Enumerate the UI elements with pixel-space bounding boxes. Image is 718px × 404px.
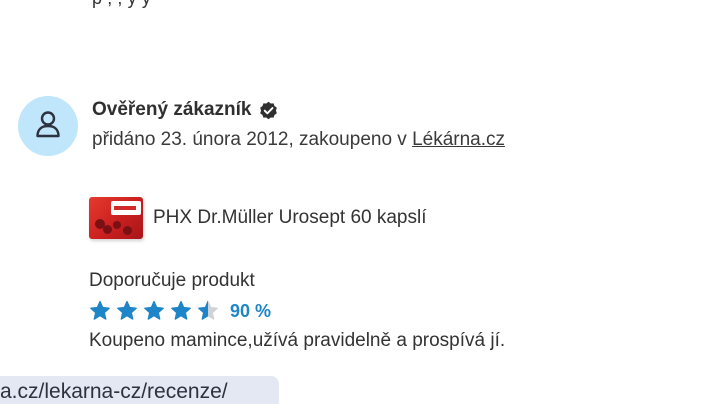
star-rating: 90 % bbox=[89, 300, 271, 322]
product-name[interactable]: PHX Dr.Müller Urosept 60 kapslí bbox=[153, 207, 427, 229]
avatar bbox=[18, 96, 78, 156]
star-icon bbox=[90, 300, 110, 320]
user-icon bbox=[35, 110, 61, 143]
product-item[interactable]: PHX Dr.Müller Urosept 60 kapslí bbox=[89, 197, 427, 239]
star-icon bbox=[144, 300, 164, 320]
review-page: p , , y y Ověřený zákazník přidáno 23. ú… bbox=[0, 0, 718, 404]
review-text: Koupeno mamince,užívá pravidelně a prosp… bbox=[89, 330, 506, 351]
store-link[interactable]: Lékárna.cz bbox=[412, 129, 505, 150]
reviewer-name: Ověřený zákazník bbox=[92, 99, 252, 120]
review-meta: přidáno 23. února 2012, zakoupeno v Léká… bbox=[92, 129, 505, 151]
star-icon bbox=[198, 300, 218, 320]
reviewer-name-row: Ověřený zákazník bbox=[92, 99, 278, 121]
previous-review-fragment: p , , y y bbox=[92, 0, 151, 9]
recommend-label: Doporučuje produkt bbox=[89, 270, 255, 291]
star-icon bbox=[171, 300, 191, 320]
rating-value: 90 % bbox=[230, 300, 272, 321]
check-badge-icon bbox=[259, 101, 278, 120]
star-icon bbox=[117, 300, 137, 320]
link-url-tooltip: a.cz/lekarna-cz/recenze/ bbox=[0, 376, 279, 404]
review-date-text: přidáno 23. února 2012, zakoupeno v bbox=[92, 129, 413, 150]
link-url: a.cz/lekarna-cz/recenze/ bbox=[0, 380, 228, 403]
product-thumbnail bbox=[89, 197, 143, 239]
